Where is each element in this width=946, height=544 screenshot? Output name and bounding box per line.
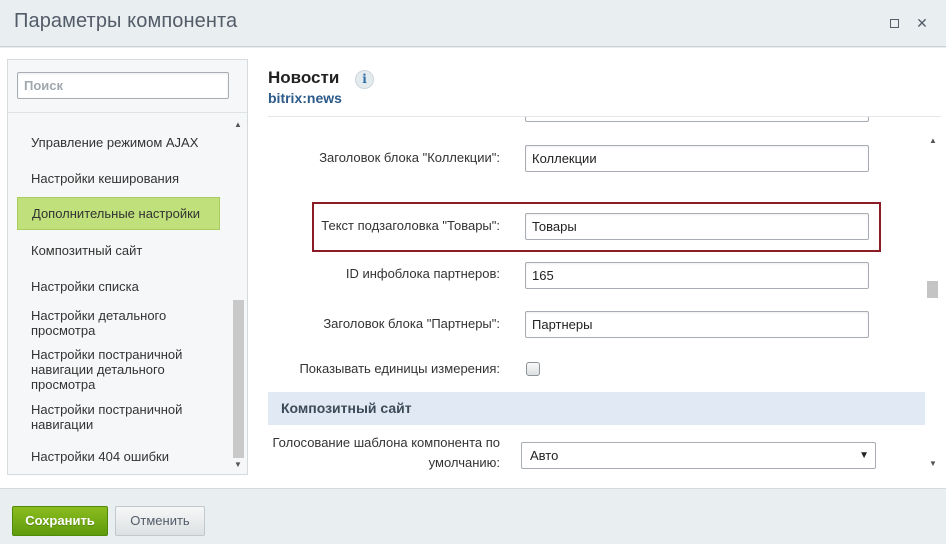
sidebar-item-label: Дополнительные настройки xyxy=(32,206,201,221)
cancel-button[interactable]: Отменить xyxy=(115,506,205,536)
sidebar-item-label: Композитный сайт xyxy=(31,242,143,258)
field-label: ID инфоблока партнеров: xyxy=(345,266,500,281)
select-value: Авто xyxy=(530,448,559,463)
sidebar-item-list[interactable]: Настройки списка xyxy=(17,268,220,304)
sidebar-item-caching[interactable]: Настройки кеширования xyxy=(17,160,220,196)
info-icon[interactable]: i xyxy=(355,70,374,89)
window-titlebar: Параметры компонента ✕ xyxy=(0,0,946,47)
sidebar-item-label: Настройки списка xyxy=(31,278,139,294)
settings-form: Заголовок блока "Коллекции": Коллекции Т… xyxy=(268,117,925,488)
sidebar-item-label: Настройки 404 ошибки xyxy=(31,448,169,464)
save-button[interactable]: Сохранить xyxy=(12,506,108,536)
field-label: Заголовок блока "Партнеры": xyxy=(323,316,500,331)
chevron-down-icon: ▼ xyxy=(859,450,869,461)
search-input[interactable] xyxy=(17,72,229,99)
checkbox-label: Показывать единицы измерения: xyxy=(299,361,500,376)
field-label: Текст подзаголовка "Товары": xyxy=(321,218,500,233)
scroll-up-icon[interactable]: ▲ xyxy=(929,136,937,145)
sidebar-item-label: Настройки постраничной навигации xyxy=(31,402,183,432)
partners-header-field[interactable]: Партнеры xyxy=(525,311,869,338)
select-label-line2: умолчанию: xyxy=(428,455,500,470)
scroll-up-icon[interactable]: ▲ xyxy=(234,120,242,129)
field-label: Заголовок блока "Коллекции": xyxy=(319,150,500,165)
sidebar-item-label: Управление режимом AJAX xyxy=(31,134,199,150)
template-voting-select[interactable]: Авто ▼ xyxy=(521,442,876,469)
show-units-checkbox[interactable] xyxy=(526,362,540,376)
sidebar-item-ajax[interactable]: Управление режимом AJAX xyxy=(17,124,220,160)
sidebar-item-pagination[interactable]: Настройки постраничной навигации xyxy=(17,398,220,436)
sidebar-item-404[interactable]: Настройки 404 ошибки xyxy=(17,438,220,474)
section-header: Композитный сайт xyxy=(268,392,925,425)
sidebar-item-composite[interactable]: Композитный сайт xyxy=(17,232,220,268)
sidebar-item-detail[interactable]: Настройки детального просмотра xyxy=(17,305,220,341)
sidebar-item-label: Настройки постраничной навигации детальн… xyxy=(31,346,183,392)
sidebar-item-label: Настройки детального просмотра xyxy=(31,308,167,338)
scroll-down-icon[interactable]: ▼ xyxy=(929,459,937,468)
scroll-thumb[interactable] xyxy=(233,300,244,458)
sidebar-scrollbar[interactable]: ▲ ▼ xyxy=(232,120,244,472)
sidebar-item-label: Настройки кеширования xyxy=(31,170,180,186)
maximize-icon[interactable] xyxy=(886,14,904,32)
close-icon[interactable]: ✕ xyxy=(913,14,931,32)
form-scrollbar[interactable]: ▲ ▼ xyxy=(926,128,940,473)
window-title: Параметры компонента xyxy=(14,10,238,32)
component-code: bitrix:news xyxy=(268,90,342,106)
dialog-footer: Сохранить Отменить xyxy=(0,488,946,544)
partners-iblock-id-field[interactable]: 165 xyxy=(525,262,869,289)
dialog-content: Управление режимом AJAX Настройки кеширо… xyxy=(0,48,946,488)
sidebar-item-additional[interactable]: Дополнительные настройки xyxy=(17,197,220,230)
scroll-down-icon[interactable]: ▼ xyxy=(234,460,242,469)
component-title: Новости xyxy=(268,68,340,87)
sidebar: Управление режимом AJAX Настройки кеширо… xyxy=(7,59,248,475)
partial-field[interactable] xyxy=(525,117,869,122)
sidebar-item-detail-pagination[interactable]: Настройки постраничной навигации детальн… xyxy=(17,343,220,395)
sidebar-divider xyxy=(8,112,247,113)
select-label-line1: Голосование шаблона компонента по xyxy=(272,435,500,450)
scroll-thumb[interactable] xyxy=(927,281,938,298)
products-subtitle-field[interactable]: Товары xyxy=(525,213,869,240)
collections-header-field[interactable]: Коллекции xyxy=(525,145,869,172)
